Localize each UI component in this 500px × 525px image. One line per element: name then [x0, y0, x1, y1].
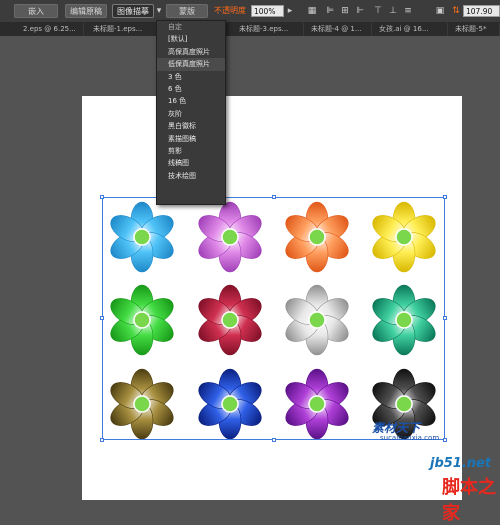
- watermark-site: sucaitianxia.com: [380, 434, 440, 442]
- menu-item[interactable]: 6 色: [157, 83, 225, 95]
- handle-bottom-right[interactable]: [443, 438, 447, 442]
- handle-top-right[interactable]: [443, 195, 447, 199]
- handle-bottom-left[interactable]: [100, 438, 104, 442]
- menu-item[interactable]: 线稿图: [157, 157, 225, 169]
- menu-item[interactable]: 素描图稿: [157, 133, 225, 145]
- menu-item[interactable]: 自定: [157, 21, 225, 33]
- menu-item[interactable]: 3 色: [157, 71, 225, 83]
- menu-item[interactable]: 技术绘图: [157, 170, 225, 182]
- handle-middle-left[interactable]: [100, 316, 104, 320]
- handle-top-middle[interactable]: [272, 195, 276, 199]
- menu-item[interactable]: 16 色: [157, 95, 225, 107]
- watermark-jb51: jb51.net: [430, 456, 492, 471]
- watermark-jiaoben: 脚本之家: [442, 477, 496, 524]
- menu-item[interactable]: [默认]: [157, 33, 225, 45]
- handle-top-left[interactable]: [100, 195, 104, 199]
- menu-item[interactable]: 灰阶: [157, 108, 225, 120]
- handle-bottom-middle[interactable]: [272, 438, 276, 442]
- handle-middle-right[interactable]: [443, 316, 447, 320]
- menu-item[interactable]: 黑白徽标: [157, 120, 225, 132]
- menu-item[interactable]: 低保真度照片: [157, 58, 225, 71]
- selection-bounding-box[interactable]: [102, 197, 445, 440]
- image-trace-preset-menu: 自定 [默认] 高保真度照片 低保真度照片 3 色6 色 16 色灰阶 黑白徽标 素描图稿 剪影…: [156, 20, 226, 205]
- menu-item[interactable]: 剪影: [157, 145, 225, 157]
- menu-item[interactable]: 高保真度照片: [157, 46, 225, 58]
